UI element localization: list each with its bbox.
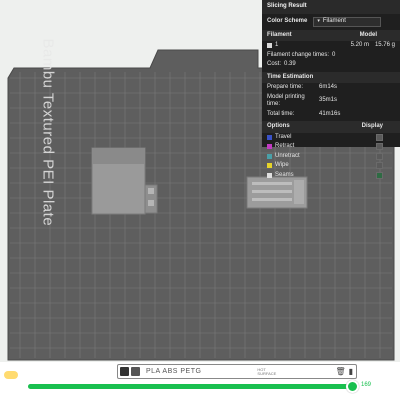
- filament-row: 1 5.20 m 15.76 g: [262, 41, 400, 51]
- option-color-swatch: [267, 172, 272, 178]
- layer-slider-fill: [28, 384, 352, 389]
- option-display-checkbox[interactable]: [376, 162, 383, 170]
- printed-object-right[interactable]: [246, 176, 308, 209]
- model-header: Model: [359, 31, 377, 38]
- lock-icon[interactable]: ▮: [349, 367, 353, 376]
- prepare-time-value: 6m14s: [319, 84, 338, 90]
- option-label: Seams: [275, 171, 294, 178]
- option-display-checkbox[interactable]: [376, 171, 383, 179]
- option-display-checkbox[interactable]: [376, 152, 383, 160]
- option-label: Wipe: [275, 162, 289, 168]
- color-scheme-label: Color Scheme: [267, 17, 308, 24]
- option-color-swatch: [267, 163, 272, 169]
- cost-label: Cost:: [267, 61, 282, 67]
- cost-value: 0.39: [284, 61, 296, 67]
- filament-change-value: 0: [332, 51, 336, 58]
- slicing-result-panel: Slicing Result Color Scheme ▾ Filament F…: [262, 0, 400, 179]
- total-time-value: 41m16s: [319, 110, 341, 117]
- option-label: Travel: [275, 133, 292, 140]
- options-header: Options: [267, 123, 290, 129]
- slicing-result-title: Slicing Result: [262, 0, 400, 14]
- layer-slider-handle[interactable]: [345, 380, 359, 393]
- plate-types-label: PLA ABS PETG: [146, 368, 202, 375]
- option-row-travel: Travel: [262, 133, 400, 143]
- option-display-checkbox[interactable]: [376, 133, 383, 141]
- warning-toggle[interactable]: [4, 371, 18, 379]
- option-row-wipe: Wipe: [262, 161, 400, 171]
- trash-icon[interactable]: 🗑: [335, 367, 345, 376]
- time-estimation-title: Time Estimation: [262, 71, 400, 83]
- option-row-seams: Seams: [262, 171, 400, 181]
- filament-weight: 15.76 g: [374, 42, 395, 48]
- plate-label: Bambu Textured PEI Plate: [39, 38, 57, 227]
- filament-id: 1: [275, 42, 279, 48]
- option-row-retract: Retract: [262, 142, 400, 152]
- total-time-label: Total time:: [267, 110, 295, 117]
- color-scheme-dropdown[interactable]: ▾ Filament: [313, 16, 382, 27]
- model-printing-time-value: 35m1s: [319, 97, 338, 104]
- option-color-swatch: [267, 134, 272, 140]
- filament-color-swatch: [267, 43, 272, 49]
- option-color-swatch: [267, 153, 272, 159]
- chevron-down-icon: ▾: [317, 18, 320, 25]
- filament-change-label: Filament change times:: [267, 51, 330, 58]
- option-label: Retract: [275, 143, 295, 149]
- plate-select-icon[interactable]: [120, 367, 129, 376]
- option-color-swatch: [267, 144, 272, 150]
- plate-settings-icon[interactable]: [131, 367, 140, 376]
- color-scheme-value: Filament: [322, 17, 346, 24]
- option-label: Unretract: [275, 152, 300, 159]
- layer-slider-track[interactable]: [28, 384, 355, 389]
- prepare-time-label: Prepare time:: [267, 84, 304, 90]
- filament-header: Filament: [267, 31, 292, 38]
- filament-length: 5.20 m: [350, 42, 369, 48]
- hot-surface-label: HOT SURFACE: [257, 366, 277, 376]
- option-row-unretract: Unretract: [262, 152, 400, 162]
- layer-slider-value: 169: [361, 382, 372, 388]
- plate-tab[interactable]: PLA ABS PETG HOT SURFACE 🗑 ▮: [117, 364, 357, 379]
- option-display-checkbox[interactable]: [376, 143, 383, 151]
- display-header: Display: [361, 123, 383, 129]
- model-printing-time-label: Model printing time:: [267, 93, 305, 108]
